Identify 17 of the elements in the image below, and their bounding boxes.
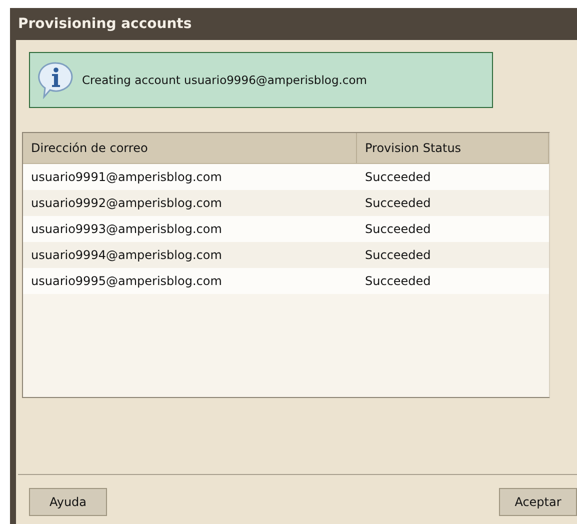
table-cell-text: usuario9994@amperisblog.com: [30, 247, 223, 264]
table-cell-text: Succeeded: [364, 273, 432, 290]
table-cell-text: Succeeded: [364, 247, 432, 264]
ok-button[interactable]: Aceptar: [499, 488, 577, 516]
table-cell-text: usuario9995@amperisblog.com: [30, 273, 223, 290]
window-title: Provisioning accounts: [17, 15, 193, 34]
table-cell-text: Succeeded: [364, 195, 432, 212]
help-button[interactable]: Ayuda: [29, 488, 107, 516]
column-header[interactable]: Provision Status: [357, 133, 549, 163]
status-message: Creating account usuario9996@amperisblog.com: [82, 73, 367, 87]
table-cell-text: usuario9991@amperisblog.com: [30, 169, 223, 186]
info-icon: [38, 61, 74, 99]
table-cell-text: Succeeded: [364, 221, 432, 238]
column-header[interactable]: Dirección de correo: [23, 133, 357, 163]
table-cell-text: Succeeded: [364, 169, 432, 186]
table-cell-text: usuario9993@amperisblog.com: [30, 221, 223, 238]
table-cell-text: usuario9992@amperisblog.com: [30, 195, 223, 212]
